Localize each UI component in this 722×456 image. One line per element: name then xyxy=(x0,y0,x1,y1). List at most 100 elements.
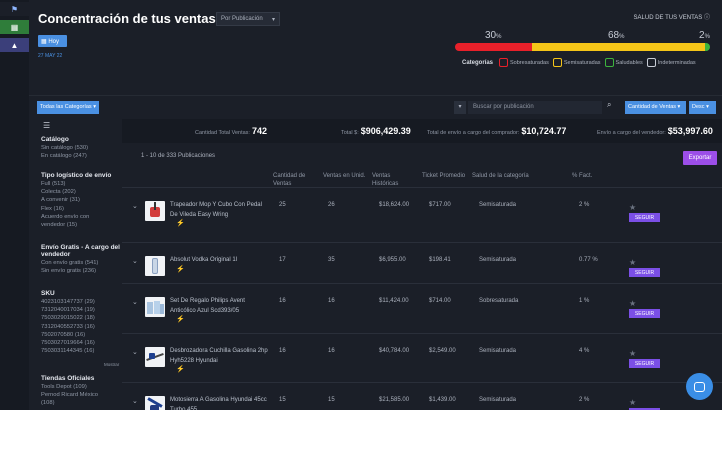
pct-sobresaturadas-value: 30 xyxy=(485,30,497,41)
legend-label: Indeterminadas xyxy=(657,59,696,66)
filter-option[interactable]: A convenir (31) xyxy=(41,196,121,204)
col-header-historicas[interactable]: Ventas Históricas xyxy=(372,172,408,188)
main-content: Cantidad Total Ventas: 742 Total $: $906,4… xyxy=(122,119,722,410)
cell-fact: 2 % xyxy=(579,202,590,208)
total-sales-count: Cantidad Total Ventas: 742 xyxy=(195,126,267,136)
sales-health-text: SALUD DE TUS VENTAS xyxy=(633,15,703,21)
date-picker-label: Hoy xyxy=(48,39,60,45)
star-icon[interactable]: ★ xyxy=(629,398,636,407)
expand-row-icon[interactable]: ⌄ xyxy=(132,257,138,265)
filter-bar: Todas las Categorías ▾ ▾ Buscar por publ… xyxy=(29,95,722,119)
col-header-cantidad[interactable]: Cantidad de Ventas xyxy=(273,172,313,188)
buyer-shipping-label: Total de envío a cargo del comprador: xyxy=(427,130,520,136)
legend-swatch xyxy=(552,58,562,67)
cell-unid: 35 xyxy=(328,257,335,263)
sales-health-label: SALUD DE TUS VENTAS ⓘ xyxy=(634,12,710,21)
filter-option[interactable]: Tools Depot (109) xyxy=(41,383,121,391)
filter-group-envio: Tipo logístico de envío Full (513) Colec… xyxy=(41,172,121,229)
search-input[interactable]: Buscar por publicación xyxy=(468,101,602,114)
legend-item-semisaturadas[interactable]: Semisaturadas xyxy=(552,58,601,67)
publication-select[interactable]: Por Publicación ▾ xyxy=(216,12,280,26)
filter-option[interactable]: Acuerdo envío con xyxy=(41,213,121,221)
legend-swatch xyxy=(604,58,614,67)
total-sales-count-label: Cantidad Total Ventas: xyxy=(195,130,250,136)
health-bar-segment-sobresaturadas xyxy=(455,43,532,51)
follow-button[interactable]: SEGUIR xyxy=(629,213,660,222)
filter-option[interactable]: vendedor (15) xyxy=(41,221,121,229)
app-window: ⚑ ▦ ▲ Concentración de tus ventas Por Pu… xyxy=(0,0,722,410)
filter-group-title: Tipo logístico de envío xyxy=(41,172,112,179)
col-header-salud[interactable]: Salud de la categoría xyxy=(472,172,542,180)
seller-shipping-total: Envío a cargo del vendedor: $53,997.60 xyxy=(597,126,713,136)
legend-label: Saludables xyxy=(615,59,643,66)
table-row[interactable]: ⌄ Set De Regalo Philips Avent Anticólico… xyxy=(122,283,722,333)
table-row[interactable]: ⌄ Trapeador Mop Y Cubo Con Pedal De Vile… xyxy=(122,187,722,237)
filter-option[interactable]: Pernod Ricard México xyxy=(41,391,121,399)
seller-shipping-label: Envío a cargo del vendedor: xyxy=(597,130,666,136)
product-name[interactable]: Motosierra A Gasolina Hyundai 45cc Turbo… xyxy=(170,396,268,410)
expand-row-icon[interactable]: ⌄ xyxy=(132,298,138,306)
search-mode-dropdown[interactable]: ▾ xyxy=(454,101,466,114)
chat-support-button[interactable] xyxy=(686,373,713,400)
flag-icon[interactable]: ⚑ xyxy=(0,2,29,16)
col-header-unid[interactable]: Ventas en Unid. xyxy=(323,172,369,180)
help-icon[interactable]: ⓘ xyxy=(704,15,710,21)
follow-button[interactable]: SEGUIR xyxy=(629,408,660,410)
legend-item-saludables[interactable]: Saludables xyxy=(604,58,643,67)
categories-dropdown[interactable]: Todas las Categorías ▾ xyxy=(37,101,99,114)
filter-option[interactable]: Sin catálogo (530) xyxy=(41,144,121,152)
filter-option[interactable]: (108) xyxy=(41,399,121,407)
sort-order-dropdown[interactable]: Desc ▾ xyxy=(689,101,716,114)
cell-unid: 16 xyxy=(328,348,335,354)
export-button[interactable]: Exportar xyxy=(683,151,717,165)
col-header-fact[interactable]: % Fact. xyxy=(572,172,602,180)
sort-field-dropdown[interactable]: Cantidad de Ventas ▾ xyxy=(625,101,686,114)
follow-button[interactable]: SEGUIR xyxy=(629,359,660,368)
filter-group-tiendas: Tiendas Oficiales Tools Depot (109) Pern… xyxy=(41,375,121,408)
filter-option[interactable]: Full (513) xyxy=(41,180,121,188)
filter-option[interactable]: En catálogo (247) xyxy=(41,152,121,160)
date-picker-button[interactable]: ▦ Hoy xyxy=(38,35,67,47)
expand-row-icon[interactable]: ⌄ xyxy=(132,397,138,405)
col-header-ticket[interactable]: Ticket Promedio xyxy=(422,172,472,180)
full-shipping-icon: ⚡ xyxy=(176,316,185,323)
cell-cantidad: 16 xyxy=(279,298,286,304)
show-more-link[interactable]: Mostrar xyxy=(104,362,119,367)
filter-option[interactable]: 7312040017034 (19) xyxy=(41,306,121,314)
expand-row-icon[interactable]: ⌄ xyxy=(132,348,138,356)
legend-item-indeterminadas[interactable]: Indeterminadas xyxy=(646,58,696,67)
search-icon[interactable]: ⌕ xyxy=(607,100,611,110)
filter-option[interactable]: 7502070580 (16) xyxy=(41,331,121,339)
categories-label: Todas las Categorías xyxy=(40,104,92,110)
star-icon[interactable]: ★ xyxy=(629,299,636,308)
cell-fact: 0.77 % xyxy=(579,257,598,263)
filter-option[interactable]: Con envío gratis (541) xyxy=(41,259,121,267)
legend-label: Sobresaturadas xyxy=(510,59,549,66)
collapse-menu-icon[interactable]: ☰ xyxy=(43,121,50,130)
star-icon[interactable]: ★ xyxy=(629,203,636,212)
table-row[interactable]: ⌄ Motosierra A Gasolina Hyundai 45cc Tur… xyxy=(122,382,722,410)
product-name[interactable]: Desbrozadora Cuchilla Gasolina 2hp Hyh52… xyxy=(170,347,268,366)
filter-option[interactable]: 7503027019664 (16) xyxy=(41,339,121,347)
table-row[interactable]: ⌄ Desbrozadora Cuchilla Gasolina 2hp Hyh… xyxy=(122,333,722,383)
hat-icon[interactable]: ▲ xyxy=(0,38,29,52)
cell-ticket: $198.41 xyxy=(429,257,451,263)
follow-button[interactable]: SEGUIR xyxy=(629,309,660,318)
search-placeholder: Buscar por publicación xyxy=(473,104,534,110)
product-name[interactable]: Trapeador Mop Y Cubo Con Pedal De Vileda… xyxy=(170,201,268,220)
legend-item-sobresaturadas[interactable]: Sobresaturadas xyxy=(499,58,549,67)
star-icon[interactable]: ★ xyxy=(629,258,636,267)
expand-row-icon[interactable]: ⌄ xyxy=(132,202,138,210)
health-bar-segment-semisaturadas xyxy=(531,43,705,51)
filter-option[interactable]: 4023103147737 (29) xyxy=(41,298,121,306)
filter-option[interactable]: Sin envío gratis (236) xyxy=(41,267,121,275)
follow-button[interactable]: SEGUIR xyxy=(629,268,660,277)
chart-icon[interactable]: ▦ xyxy=(0,20,29,34)
filter-option[interactable]: Colecta (202) xyxy=(41,188,121,196)
filter-option[interactable]: Flex (16) xyxy=(41,205,121,213)
filter-option[interactable]: 7503031144345 (16) xyxy=(41,347,121,355)
filter-option[interactable]: 7503029015022 (18) xyxy=(41,314,121,322)
product-name[interactable]: Set De Regalo Philips Avent Anticólico A… xyxy=(170,297,268,316)
star-icon[interactable]: ★ xyxy=(629,349,636,358)
filter-option[interactable]: 7312040552733 (16) xyxy=(41,323,121,331)
